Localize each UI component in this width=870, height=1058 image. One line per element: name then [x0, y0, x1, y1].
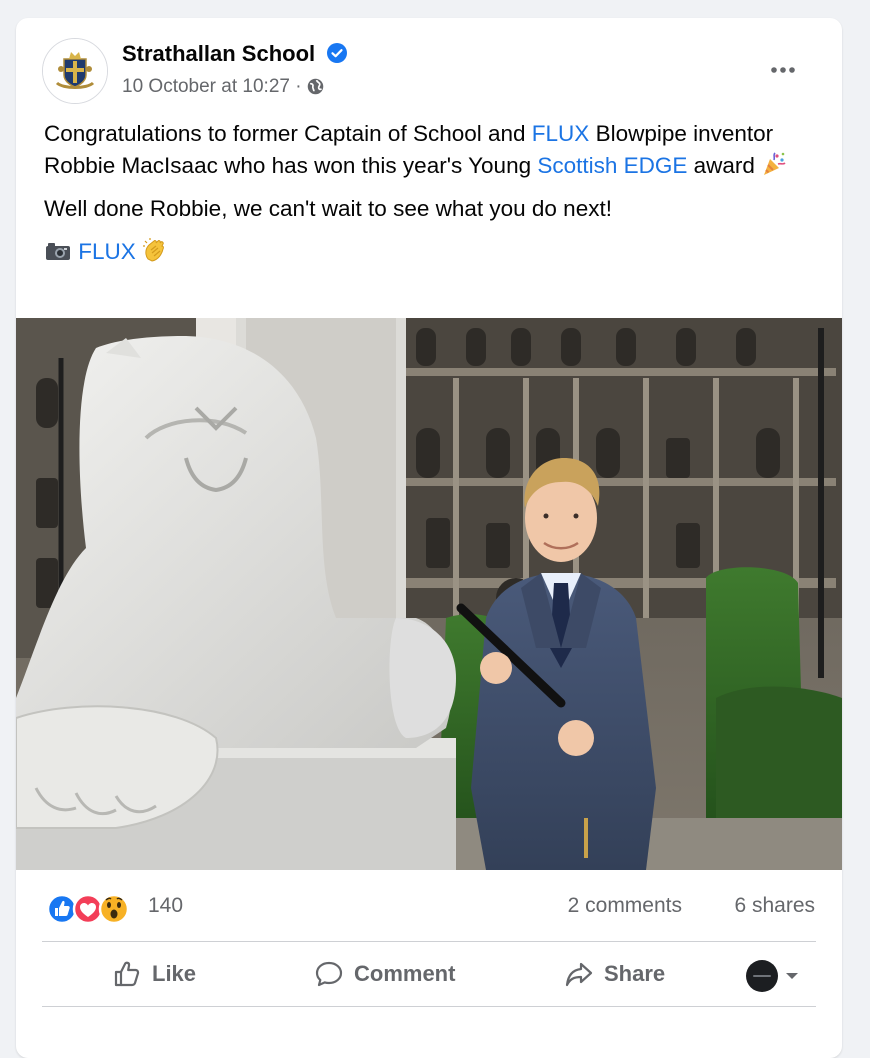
post-text-segment: Well done Robbie, we can't wait to see w…	[44, 196, 612, 221]
share-button-label: Share	[604, 961, 666, 986]
page-name[interactable]: Strathallan School	[122, 41, 348, 67]
post-text-segment: Congratulations to former Captain of Sch…	[44, 121, 532, 146]
flux-link[interactable]: FLUX	[532, 121, 590, 146]
photo-image	[16, 318, 842, 870]
share-button[interactable]: Share	[564, 954, 665, 994]
post-text: Congratulations to former Captain of Sch…	[44, 118, 824, 279]
page-avatar[interactable]	[42, 38, 108, 104]
post-actions: Like Comment Share	[16, 942, 842, 1006]
love-reaction-icon	[72, 893, 104, 925]
post-photo[interactable]	[16, 318, 842, 870]
comments-count[interactable]: 2 comments	[568, 894, 682, 918]
profile-picker-icon	[746, 960, 798, 992]
post-paragraph-2: Well done Robbie, we can't wait to see w…	[44, 193, 824, 225]
like-button[interactable]: Like	[112, 954, 196, 994]
comment-icon	[315, 961, 343, 987]
post-stats: 140 2 comments 6 shares	[16, 878, 842, 938]
scottish-edge-link[interactable]: Scottish EDGE	[537, 153, 687, 178]
school-crest-logo	[43, 39, 107, 103]
thumbs-up-icon	[114, 961, 140, 987]
share-arrow-icon	[565, 962, 593, 987]
post-meta: 10 October at 10:27 ·	[122, 76, 324, 98]
post-timestamp[interactable]: 10 October at 10:27	[122, 76, 290, 97]
post-header: Strathallan School 10 October at 10:27 ·	[16, 18, 842, 118]
profile-picker-button[interactable]	[744, 958, 804, 994]
globe-icon	[307, 78, 324, 95]
shares-count[interactable]: 6 shares	[734, 894, 815, 918]
verified-badge-icon	[327, 43, 348, 63]
meta-separator: ·	[289, 76, 307, 97]
camera-emoji	[46, 243, 70, 260]
wow-reaction-icon	[98, 893, 130, 925]
clapping-hands-emoji	[143, 238, 164, 262]
like-reaction-icon	[46, 893, 78, 925]
actions-divider	[42, 1006, 816, 1007]
post-paragraph-3: FLUX	[44, 236, 824, 268]
page-name-text[interactable]: Strathallan School	[122, 41, 315, 66]
post-paragraph-1: Congratulations to former Captain of Sch…	[44, 118, 824, 182]
reaction-icons[interactable]	[46, 892, 146, 926]
comment-button[interactable]: Comment	[314, 954, 455, 994]
post-card: Strathallan School 10 October at 10:27 ·…	[16, 18, 842, 1058]
post-text-segment: award	[687, 153, 755, 178]
flux-photo-credit-link[interactable]: FLUX	[78, 239, 136, 264]
reaction-count[interactable]: 140	[148, 894, 183, 918]
party-popper-emoji	[764, 152, 786, 175]
more-options-icon	[771, 67, 795, 73]
more-options-button[interactable]	[758, 54, 808, 86]
comment-button-label: Comment	[354, 961, 456, 986]
like-button-label: Like	[152, 961, 197, 986]
